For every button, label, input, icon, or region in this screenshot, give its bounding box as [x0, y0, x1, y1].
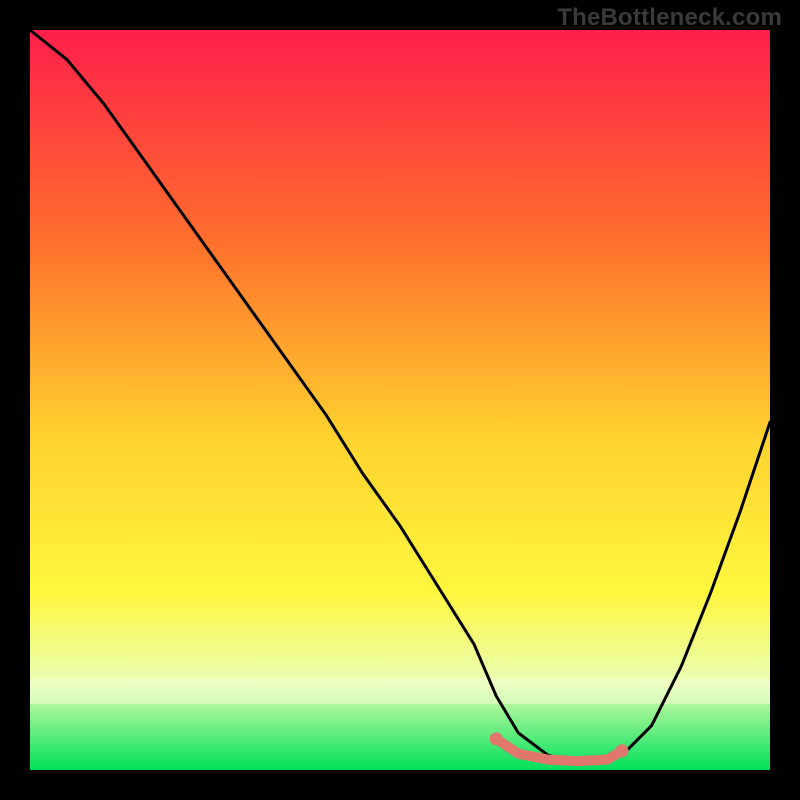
optimal-range-end-dot — [616, 744, 629, 757]
watermark-text: TheBottleneck.com — [557, 4, 782, 32]
optimal-range-start-dot — [490, 732, 503, 745]
plot-area — [30, 30, 770, 770]
pale-band — [30, 678, 770, 704]
chart-svg — [30, 30, 770, 770]
gradient-background — [30, 30, 770, 770]
chart-frame: TheBottleneck.com — [0, 0, 800, 800]
